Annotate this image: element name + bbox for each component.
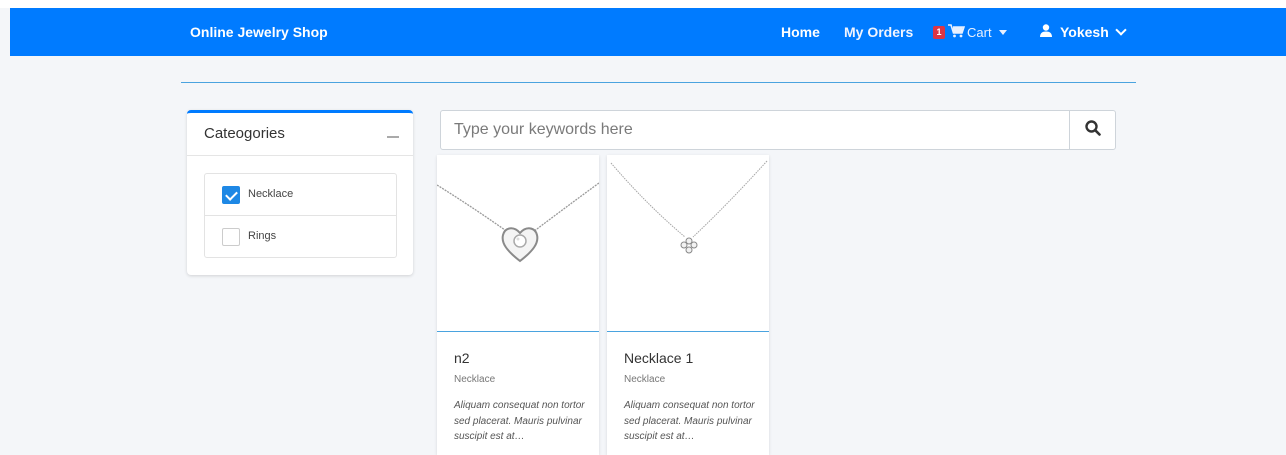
product-image[interactable] bbox=[607, 155, 769, 332]
pendant-necklace-image bbox=[610, 160, 768, 254]
product-name[interactable]: n2 bbox=[454, 350, 470, 366]
collapse-minus-icon[interactable] bbox=[387, 136, 399, 138]
categories-title: Cateogories bbox=[204, 125, 285, 142]
caret-down-icon bbox=[998, 29, 1007, 35]
product-name[interactable]: Necklace 1 bbox=[624, 350, 693, 366]
brand-link[interactable]: Online Jewelry Shop bbox=[190, 8, 328, 56]
chevron-down-icon bbox=[1115, 24, 1127, 36]
cart-label: Cart bbox=[967, 24, 992, 40]
categories-header: Cateogories bbox=[187, 113, 413, 156]
cart-dropdown[interactable]: 1 Cart bbox=[933, 8, 1007, 56]
search-bar bbox=[440, 110, 1116, 150]
product-description: Aliquam consequat non tortor sed placera… bbox=[624, 400, 755, 442]
user-dropdown[interactable]: Yokesh bbox=[1040, 8, 1127, 56]
category-item-rings[interactable]: Rings bbox=[205, 216, 396, 257]
divider bbox=[181, 82, 1136, 83]
product-category: Necklace bbox=[454, 374, 496, 385]
nav-home-link[interactable]: Home bbox=[781, 8, 820, 56]
cart-icon bbox=[948, 23, 966, 41]
product-card[interactable]: n2 Necklace Aliquam consequat non tortor… bbox=[437, 155, 599, 455]
necklace-checkbox[interactable] bbox=[222, 186, 240, 204]
category-item-necklace[interactable]: Necklace bbox=[205, 174, 396, 216]
category-list: Necklace Rings bbox=[204, 173, 397, 258]
user-name: Yokesh bbox=[1060, 24, 1109, 40]
nav-my-orders-link[interactable]: My Orders bbox=[844, 8, 913, 56]
search-input[interactable] bbox=[441, 111, 1071, 149]
product-card[interactable]: Necklace 1 Necklace Aliquam consequat no… bbox=[607, 155, 769, 455]
category-label: Necklace bbox=[248, 188, 294, 200]
top-strip bbox=[0, 0, 1286, 8]
cart-count-badge: 1 bbox=[933, 25, 945, 39]
categories-card: Cateogories Necklace Rings bbox=[187, 110, 413, 275]
product-description: Aliquam consequat non tortor sed placera… bbox=[454, 400, 585, 442]
heart-necklace-image bbox=[437, 182, 599, 263]
product-image[interactable] bbox=[437, 155, 599, 332]
rings-checkbox[interactable] bbox=[222, 228, 240, 246]
product-category: Necklace bbox=[624, 374, 666, 385]
navbar: Online Jewelry Shop Home My Orders 1 Car… bbox=[10, 8, 1286, 56]
category-label: Rings bbox=[248, 230, 277, 242]
search-button[interactable] bbox=[1069, 111, 1115, 149]
search-icon bbox=[1084, 119, 1101, 141]
user-icon bbox=[1040, 24, 1052, 40]
